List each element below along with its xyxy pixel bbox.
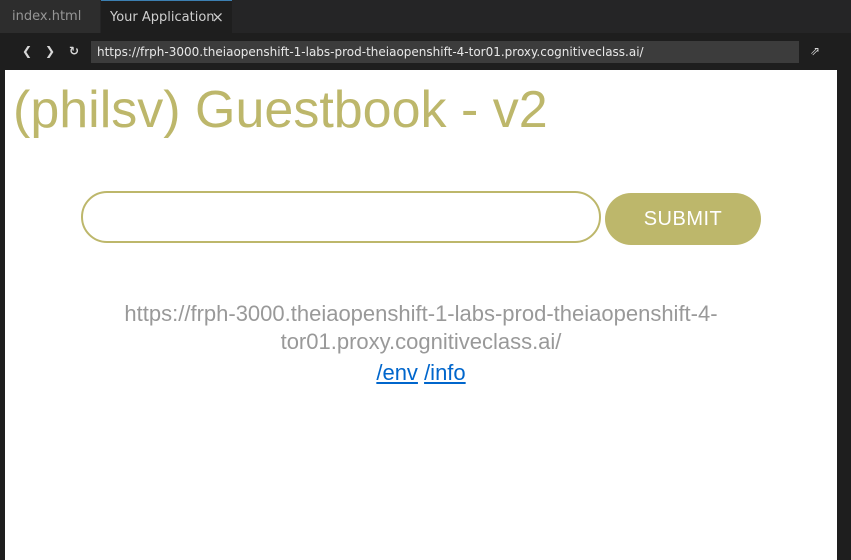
web-page: (philsv) Guestbook - v2 SUBMIT https://f… bbox=[5, 70, 837, 560]
right-edge bbox=[837, 70, 851, 560]
reload-icon[interactable]: ↻ bbox=[65, 42, 83, 60]
tab-label: Your Application bbox=[110, 10, 215, 25]
tab-bar: index.html Your Application × bbox=[0, 0, 851, 33]
tab-your-application[interactable]: Your Application × bbox=[101, 0, 232, 33]
back-icon[interactable]: ❮ bbox=[18, 42, 36, 60]
host-info: https://frph-3000.theiaopenshift-1-labs-… bbox=[124, 301, 718, 354]
submit-button[interactable]: SUBMIT bbox=[605, 193, 761, 245]
tab-label: index.html bbox=[12, 9, 82, 24]
info-link[interactable]: /info bbox=[424, 360, 466, 385]
close-icon[interactable]: × bbox=[211, 1, 224, 34]
env-link[interactable]: /env bbox=[376, 360, 418, 385]
forward-icon[interactable]: ❯ bbox=[41, 42, 59, 60]
guestbook-entry-input[interactable] bbox=[81, 191, 601, 243]
browser-toolbar: ❮ ❯ ↻ https://frph-3000.theiaopenshift-1… bbox=[0, 33, 851, 70]
url-input[interactable]: https://frph-3000.theiaopenshift-1-labs-… bbox=[91, 41, 799, 63]
tab-index-html[interactable]: index.html bbox=[0, 0, 100, 33]
links-row: /env /info bbox=[5, 359, 837, 387]
open-external-icon[interactable]: ⇗ bbox=[806, 42, 824, 60]
page-title: (philsv) Guestbook - v2 bbox=[13, 81, 548, 139]
